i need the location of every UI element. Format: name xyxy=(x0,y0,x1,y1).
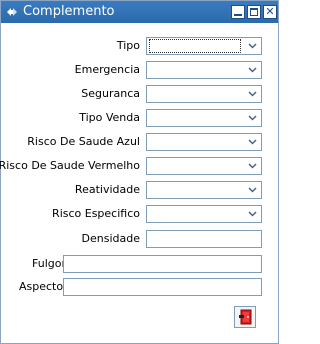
tipo-label: Tipo xyxy=(116,39,140,52)
chevron-down-icon[interactable] xyxy=(245,159,260,173)
emergencia-select-value xyxy=(149,63,241,77)
risco-saude-vermelho-label: Risco De Saude Vermelho xyxy=(0,159,140,172)
chevron-down-icon[interactable] xyxy=(245,63,260,77)
fulgor-label: Fulgor xyxy=(32,257,66,270)
seguranca-select-value xyxy=(149,87,241,101)
reatividade-select-value xyxy=(149,183,241,197)
tipo-venda-select-value xyxy=(149,111,241,125)
chevron-down-icon[interactable] xyxy=(245,39,260,53)
seguranca-select[interactable] xyxy=(146,85,262,103)
risco-saude-azul-label: Risco De Saude Azul xyxy=(27,135,140,148)
tipo-select-value xyxy=(149,39,241,53)
tipo-select[interactable] xyxy=(146,37,262,55)
densidade-input[interactable] xyxy=(146,230,262,248)
aspecto-label: Aspecto xyxy=(19,280,64,293)
risco-especifico-label: Risco Especifico xyxy=(52,207,140,220)
chevron-down-icon[interactable] xyxy=(245,207,260,221)
reatividade-select[interactable] xyxy=(146,181,262,199)
chevron-down-icon[interactable] xyxy=(245,135,260,149)
chevron-down-icon[interactable] xyxy=(245,183,260,197)
aspecto-input[interactable] xyxy=(63,278,262,296)
tipo-venda-select[interactable] xyxy=(146,109,262,127)
risco-saude-vermelho-select[interactable] xyxy=(146,157,262,175)
fulgor-input[interactable] xyxy=(63,255,262,273)
close-button[interactable]: ✕ xyxy=(263,5,277,19)
risco-saude-vermelho-select-value xyxy=(149,159,241,173)
close-icon: ✕ xyxy=(265,5,275,18)
exit-door-icon xyxy=(238,309,253,328)
risco-especifico-select[interactable] xyxy=(146,205,262,223)
minimize-icon xyxy=(234,14,242,16)
risco-especifico-select-value xyxy=(149,207,241,221)
exit-button[interactable] xyxy=(234,306,256,328)
reatividade-label: Reatividade xyxy=(74,183,140,196)
chevron-down-icon[interactable] xyxy=(245,87,260,101)
maximize-icon xyxy=(250,8,258,16)
seguranca-label: Seguranca xyxy=(81,87,140,100)
emergencia-select[interactable] xyxy=(146,61,262,79)
complemento-window: Complemento ✕ Tipo Emergencia Seguranca … xyxy=(0,0,279,344)
title-bar[interactable]: Complemento ✕ xyxy=(1,1,278,23)
maximize-button[interactable] xyxy=(247,5,261,19)
risco-saude-azul-select[interactable] xyxy=(146,133,262,151)
risco-saude-azul-select-value xyxy=(149,135,241,149)
minimize-button[interactable] xyxy=(231,5,245,19)
densidade-label: Densidade xyxy=(81,232,140,245)
window-app-icon xyxy=(5,5,19,19)
window-title: Complemento xyxy=(23,4,115,19)
emergencia-label: Emergencia xyxy=(74,63,140,76)
chevron-down-icon[interactable] xyxy=(245,111,260,125)
tipo-venda-label: Tipo Venda xyxy=(79,111,140,124)
